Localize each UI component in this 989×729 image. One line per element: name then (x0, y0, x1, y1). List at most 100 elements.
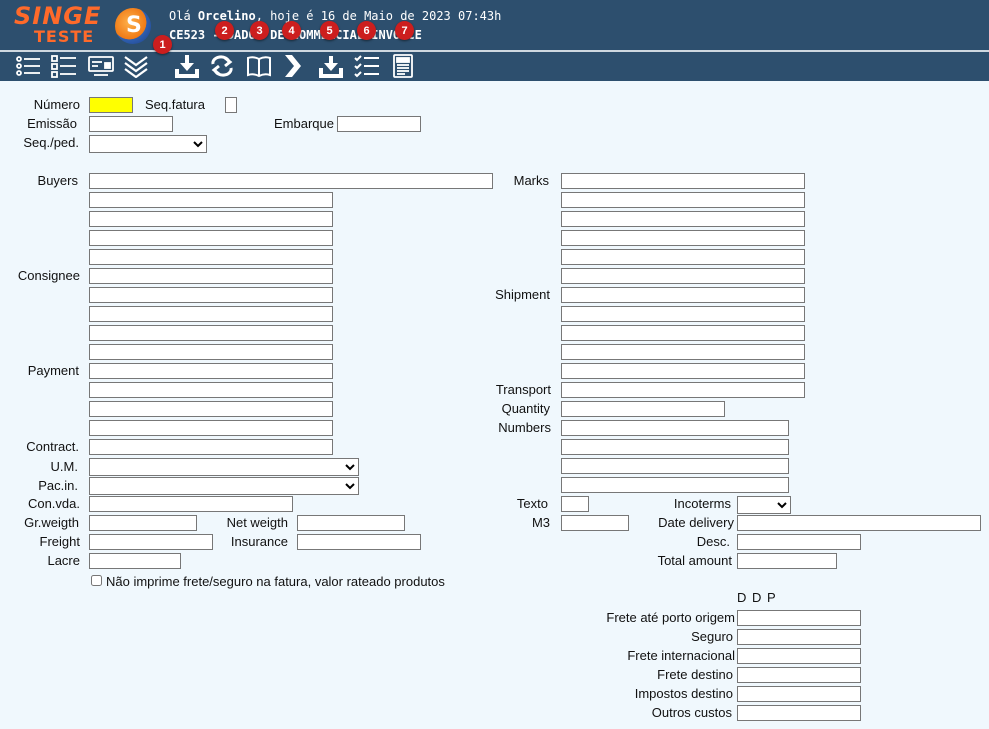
buyers-input-3[interactable] (89, 211, 333, 227)
card-form-icon[interactable] (87, 53, 115, 79)
m3-input[interactable] (561, 515, 629, 531)
frete-destino-input[interactable] (737, 667, 861, 683)
shipment-label: Shipment (495, 287, 550, 302)
shipment-input-2[interactable] (561, 306, 805, 322)
embarque-input[interactable] (337, 116, 421, 132)
con-vda-input[interactable] (89, 496, 293, 512)
pac-in-label: Pac.in. (38, 478, 78, 493)
numero-label: Número (33, 97, 80, 112)
contract-input[interactable] (89, 439, 333, 455)
net-weigth-input[interactable] (297, 515, 405, 531)
payment-input-1[interactable] (89, 363, 333, 379)
document-icon[interactable] (389, 53, 417, 79)
impostos-destino-input[interactable] (737, 686, 861, 702)
gr-weigth-input[interactable] (89, 515, 197, 531)
seq-fatura-input[interactable] (225, 97, 237, 113)
badge-4: 4 (282, 21, 301, 40)
numero-input[interactable] (89, 97, 133, 113)
seguro-input[interactable] (737, 629, 861, 645)
frete-internacional-input[interactable] (737, 648, 861, 664)
lacre-input[interactable] (89, 553, 181, 569)
refresh-icon[interactable] (208, 53, 236, 79)
outros-custos-input[interactable] (737, 705, 861, 721)
desc-input[interactable] (737, 534, 861, 550)
ddp-heading: D D P (737, 590, 777, 605)
lacre-label: Lacre (47, 553, 80, 568)
checklist-icon[interactable] (353, 53, 381, 79)
collapse-chevrons-icon[interactable] (122, 53, 150, 79)
numbers-label: Numbers (498, 420, 551, 435)
numbers-input-1[interactable] (561, 420, 789, 436)
consignee-input-1[interactable] (89, 268, 333, 284)
badge-2: 2 (215, 21, 234, 40)
shipment-input-4[interactable] (561, 344, 805, 360)
marks-input-6[interactable] (561, 268, 805, 284)
incoterms-select[interactable] (737, 496, 791, 514)
um-select[interactable] (89, 458, 359, 476)
marks-input-2[interactable] (561, 192, 805, 208)
nao-imprime-checkbox[interactable] (91, 575, 102, 586)
shipment-input-1[interactable] (561, 287, 805, 303)
seq-fatura-label: Seq.fatura (145, 97, 205, 112)
net-weigth-label: Net weigth (226, 515, 288, 530)
payment-input-4[interactable] (89, 420, 333, 436)
consignee-input-3[interactable] (89, 306, 333, 322)
marks-label: Marks (513, 173, 549, 188)
shipment-input-5[interactable] (561, 363, 805, 379)
pac-in-select[interactable] (89, 477, 359, 495)
detail-list-icon[interactable] (50, 53, 78, 79)
date-delivery-input[interactable] (737, 515, 981, 531)
buyers-input-5[interactable] (89, 249, 333, 265)
insurance-input[interactable] (297, 534, 421, 550)
seq-ped-select[interactable] (89, 135, 207, 153)
shipment-input-3[interactable] (561, 325, 805, 341)
nao-imprime-label: Não imprime frete/seguro na fatura, valo… (106, 574, 445, 589)
marks-input-3[interactable] (561, 211, 805, 227)
insurance-label: Insurance (230, 534, 288, 549)
save-download-icon[interactable] (173, 53, 201, 79)
seq-ped-label: Seq./ped. (23, 135, 79, 150)
frete-destino-label: Frete destino (657, 667, 733, 682)
incoterms-label: Incoterms (673, 496, 731, 511)
frete-porto-origem-input[interactable] (737, 610, 861, 626)
desc-label: Desc. (696, 534, 730, 549)
list-view-icon[interactable] (14, 53, 42, 79)
total-amount-input[interactable] (737, 553, 837, 569)
transport-input[interactable] (561, 382, 805, 398)
numbers-input-4[interactable] (561, 477, 789, 493)
consignee-input-4[interactable] (89, 325, 333, 341)
emissao-input[interactable] (89, 116, 173, 132)
numbers-input-2[interactable] (561, 439, 789, 455)
quantity-input[interactable] (561, 401, 725, 417)
freight-input[interactable] (89, 534, 213, 550)
frete-internacional-label: Frete internacional (627, 648, 735, 663)
gr-weigth-label: Gr.weigth (24, 515, 79, 530)
outros-custos-label: Outros custos (651, 705, 732, 720)
marks-input-1[interactable] (561, 173, 805, 189)
payment-input-2[interactable] (89, 382, 333, 398)
buyers-input-2[interactable] (89, 192, 333, 208)
um-label: U.M. (50, 459, 78, 474)
export-upload-icon[interactable] (317, 53, 345, 79)
book-icon[interactable] (245, 53, 273, 79)
badge-3: 3 (250, 21, 269, 40)
marks-input-4[interactable] (561, 230, 805, 246)
payment-input-3[interactable] (89, 401, 333, 417)
badge-1: 1 (153, 35, 172, 54)
singe-logo: SINGE TESTE (14, 4, 110, 46)
badge-7: 7 (395, 21, 414, 40)
marks-input-5[interactable] (561, 249, 805, 265)
buyers-input-4[interactable] (89, 230, 333, 246)
numbers-input-3[interactable] (561, 458, 789, 474)
texto-input[interactable] (561, 496, 589, 512)
seguro-label: Seguro (691, 629, 733, 644)
transport-label: Transport (495, 382, 551, 397)
consignee-input-5[interactable] (89, 344, 333, 360)
embarque-label: Embarque (274, 116, 334, 131)
consignee-input-2[interactable] (89, 287, 333, 303)
date-delivery-label: Date delivery (658, 515, 734, 530)
buyers-input-1[interactable] (89, 173, 493, 189)
forward-chevrons-icon[interactable] (281, 53, 309, 79)
badge-6: 6 (357, 21, 376, 40)
frete-porto-origem-label: Frete até porto origem (606, 610, 735, 625)
